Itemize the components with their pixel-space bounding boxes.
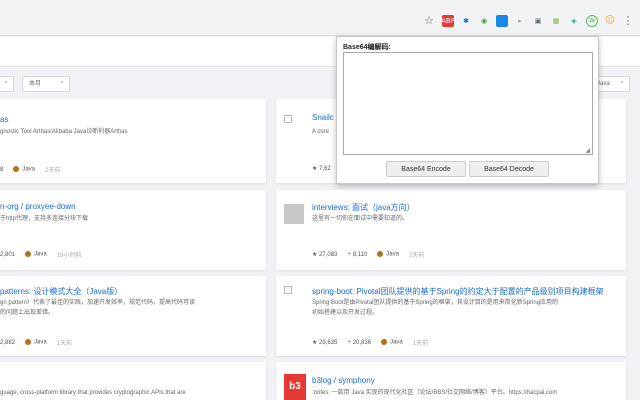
repo-desc: :notes: 一款用 Java 实现的现代化社区（论坛/BBS/社交网络/博客… (312, 390, 558, 396)
abp-icon[interactable]: ABP (441, 14, 455, 27)
period-select[interactable]: 本月 (22, 75, 70, 92)
encode-button[interactable]: Base64 Encode (386, 161, 466, 177)
repo-title[interactable]: interviews: 面试（java方向） (312, 202, 415, 213)
browser-toolbar: ☆ ABP ✱ ◉ ▸ ▣ ▦ ◈ 2k ☺ ⋮ (0, 0, 640, 36)
language-label: Java (377, 251, 399, 258)
star-count: ★ 27,083 (312, 252, 338, 258)
broken-image-icon (284, 286, 292, 294)
repo-title[interactable]: patterns: 设计模式大全（Java版） (0, 286, 122, 297)
repo-card[interactable]: patterns: 设计模式大全（Java版） gn pattern）代表了最佳… (0, 276, 266, 356)
diamond-icon[interactable]: ◈ (568, 15, 580, 27)
repo-meta: ★ 27,083 ⑂ 8,110 Java 2天前 (312, 250, 424, 259)
star-count: ★ 29,635 (312, 340, 338, 346)
repo-title[interactable]: b3log / symphony (312, 376, 375, 385)
base64-input[interactable] (343, 52, 593, 155)
repo-desc: gnostic Tool Arthas/Alibaba Java诊断利器Arth… (0, 129, 128, 135)
language-label: Java (25, 251, 47, 258)
star-icon: ★ (312, 252, 320, 258)
repo-card[interactable]: interviews: 面试（java方向） 这里有一切你在面试中需要知道的。 … (276, 190, 626, 270)
menu-kebab-icon[interactable]: ⋮ (622, 14, 634, 27)
repo-title[interactable]: Snailc (312, 113, 334, 122)
updated-time: 2天前 (408, 253, 425, 259)
repo-meta: 2,801 Java 19小时前 (0, 250, 81, 259)
repo-title[interactable]: as (0, 115, 8, 124)
java-dot-icon (377, 251, 384, 258)
green-circle-icon[interactable]: 2k (586, 14, 598, 27)
chrome-ext-icon[interactable]: ◉ (478, 15, 490, 27)
language-label: Java (25, 339, 47, 346)
star-icon: ★ (312, 166, 320, 172)
repo-meta: 8 Java 2天前 (0, 165, 60, 174)
repo-desc: 这里有一切你在面试中需要知道的。 (312, 216, 409, 222)
repo-card[interactable]: as gnostic Tool Arthas/Alibaba Java诊断利器A… (0, 99, 266, 183)
star-count: 2,801 (0, 251, 16, 258)
updated-time: 1天前 (412, 341, 429, 347)
star-count: 8 (0, 166, 4, 173)
repo-desc: 于http代理，支持多连接分块下载 (0, 216, 89, 222)
package-icon[interactable]: ▣ (532, 15, 544, 27)
star-count: ★ 7,62 (312, 166, 331, 172)
repo-card[interactable]: n-org / proxyee-down 于http代理，支持多连接分块下载 2… (0, 190, 266, 270)
repo-meta: 2,882 Java 1天前 (0, 338, 72, 347)
updated-time: 1天前 (56, 341, 73, 347)
updated-time: 19小时前 (56, 253, 82, 259)
extension-bar: ☆ ABP ✱ ◉ ▸ ▣ ▦ ◈ 2k ☺ ⋮ (424, 14, 634, 27)
grid-icon[interactable]: ▦ (550, 15, 562, 27)
fork-count: ⑂ 8,110 (347, 251, 368, 258)
repo-card[interactable]: guage, cross-platform library that provi… (0, 362, 266, 400)
emoji-icon[interactable]: ☺ (604, 15, 616, 27)
repo-desc-line2: 的问题上出现差错。 (0, 310, 55, 316)
repo-card[interactable]: spring-boot: Pivotal团队提供的基于Spring的约定大于配置… (276, 276, 626, 356)
base64-popup: Base64编解码: ◢ Base64 Encode Base64 Decode (336, 36, 599, 184)
decode-button[interactable]: Base64 Decode (469, 161, 549, 177)
popup-label: Base64编解码: (343, 44, 391, 51)
broken-image-icon (284, 115, 292, 123)
repo-desc: guage, cross-platform library that provi… (0, 390, 186, 396)
fork-count: ⑂ 20,836 (347, 339, 372, 346)
repo-title[interactable]: n-org / proxyee-down (0, 202, 76, 211)
repo-desc-line2: 初始搭建以及开发过程。 (312, 310, 379, 316)
updated-time: 2天前 (45, 168, 61, 174)
java-dot-icon (25, 251, 32, 258)
resize-handle-icon[interactable]: ◢ (585, 147, 590, 154)
repo-card[interactable]: b3 b3log / symphony :notes: 一款用 Java 实现的… (276, 362, 626, 400)
star-count: 2,882 (0, 339, 16, 346)
java-dot-icon (381, 339, 388, 346)
repo-desc: A core (312, 129, 330, 135)
repo-meta: ★ 7,62 (312, 165, 331, 172)
java-dot-icon (13, 166, 20, 173)
bookmark-star-icon[interactable]: ☆ (424, 14, 436, 27)
filter-select-left[interactable] (0, 75, 14, 92)
pinwheel-icon[interactable]: ✱ (460, 15, 472, 27)
language-label: Java (13, 166, 35, 173)
star-icon: ★ (312, 340, 320, 346)
b3log-logo-icon[interactable]: b3 (284, 374, 306, 400)
blue-square-icon[interactable] (496, 14, 508, 27)
repo-title[interactable]: spring-boot: Pivotal团队提供的基于Spring的约定大于配置… (312, 286, 604, 297)
repo-meta: ★ 29,635 ⑂ 20,836 Java 1天前 (312, 338, 428, 347)
avatar[interactable] (284, 204, 304, 224)
play-icon[interactable]: ▸ (514, 15, 526, 27)
java-dot-icon (25, 339, 32, 346)
language-label: Java (381, 339, 403, 346)
